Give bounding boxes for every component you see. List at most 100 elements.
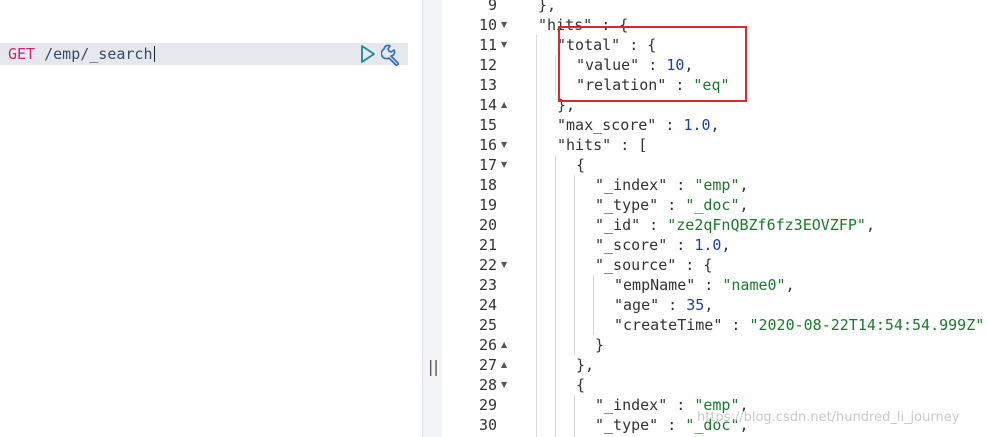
json-punct: :	[659, 296, 687, 314]
json-punct: ,	[865, 216, 875, 234]
drag-handle-icon[interactable]: ||	[428, 357, 439, 376]
code-line: 23 "empName" : "name0",	[442, 275, 988, 295]
line-number: 23	[478, 276, 497, 294]
indent-guide	[536, 395, 537, 415]
watermark: https://blog.csdn.net/hundred_li_journey	[697, 410, 960, 425]
json-punct: ,	[739, 176, 749, 194]
indent-guide	[555, 315, 556, 335]
indent-guide	[555, 75, 556, 95]
indent-guide	[555, 195, 556, 215]
code-line: 21 "_score" : 1.0,	[442, 235, 988, 255]
request-editor[interactable]: GET /emp/_search	[0, 0, 422, 437]
json-key: "createTime"	[614, 316, 723, 334]
code-line: 16 ▼ "hits" : [	[442, 135, 988, 155]
indent-guide	[536, 295, 537, 315]
json-punct: : {	[676, 256, 713, 274]
code-content: {	[576, 375, 585, 395]
indent-guide	[555, 215, 556, 235]
line-number: 25	[478, 316, 497, 334]
line-number: 26	[478, 336, 497, 354]
indent-guide	[536, 335, 537, 355]
line-number: 24	[478, 296, 497, 314]
line-number: 16	[478, 136, 497, 154]
text-cursor	[153, 46, 155, 62]
indent-guide	[574, 415, 575, 435]
json-key: "empName"	[614, 276, 696, 294]
indent-guide	[574, 395, 575, 415]
line-number: 17	[478, 156, 497, 174]
request-path: /emp/_search	[35, 45, 153, 63]
pane-divider[interactable]: ||	[422, 0, 442, 437]
line-number: 19	[478, 196, 497, 214]
code-line: 20 "_id" : "ze2qFnQBZf6fz3EOVZFP",	[442, 215, 988, 235]
line-number: 27	[478, 356, 497, 374]
fold-collapse-icon[interactable]: ▼	[501, 155, 507, 175]
indent-guide	[536, 75, 537, 95]
wrench-icon[interactable]	[381, 44, 403, 66]
json-punct: {	[576, 376, 586, 394]
json-punct: },	[576, 356, 595, 374]
fold-expand-icon[interactable]: ▲	[501, 355, 507, 375]
json-punct: ,	[721, 236, 731, 254]
line-number: 11	[478, 36, 497, 54]
json-number: 1.0	[683, 116, 711, 134]
code-line: 18 "_index" : "emp",	[442, 175, 988, 195]
code-content: "_source" : {	[595, 255, 712, 275]
highlight-annotation	[558, 26, 747, 102]
fold-collapse-icon[interactable]: ▼	[501, 255, 507, 275]
indent-guide	[536, 55, 537, 75]
indent-guide	[536, 95, 537, 115]
indent-guide	[555, 395, 556, 415]
fold-expand-icon[interactable]: ▲	[501, 335, 507, 355]
json-punct: :	[667, 236, 695, 254]
json-punct: :	[667, 396, 695, 414]
json-punct: :	[722, 316, 750, 334]
json-punct: :	[640, 216, 668, 234]
line-number: 20	[478, 216, 497, 234]
line-number: 29	[478, 396, 497, 414]
indent-guide	[536, 375, 537, 395]
fold-collapse-icon[interactable]: ▼	[501, 35, 507, 55]
code-content: "_score" : 1.0,	[595, 235, 730, 255]
indent-guide	[555, 295, 556, 315]
indent-guide	[555, 155, 556, 175]
code-line: 27 ▲},	[442, 355, 988, 375]
play-triangle-icon[interactable]	[360, 45, 376, 63]
request-line[interactable]: GET /emp/_search	[0, 43, 408, 65]
json-punct: }	[595, 336, 605, 354]
json-string: "2020-08-22T14:54:54.999Z"	[749, 316, 985, 334]
fold-collapse-icon[interactable]: ▼	[501, 375, 507, 395]
indent-guide	[555, 175, 556, 195]
code-content: {	[576, 155, 585, 175]
code-line: 17 ▼ {	[442, 155, 988, 175]
indent-guide	[555, 275, 556, 295]
indent-guide	[574, 175, 575, 195]
json-punct: },	[538, 0, 557, 14]
code-content: "hits" : [	[557, 135, 647, 155]
fold-collapse-icon[interactable]: ▼	[501, 135, 507, 155]
indent-guide	[536, 155, 537, 175]
json-punct: :	[658, 196, 686, 214]
json-key: "_index"	[595, 176, 668, 194]
code-content: },	[538, 0, 556, 15]
indent-guide	[536, 355, 537, 375]
indent-guide	[555, 375, 556, 395]
indent-guide	[555, 415, 556, 435]
request-text[interactable]: GET /emp/_search	[8, 46, 155, 62]
json-key: "age"	[614, 296, 660, 314]
json-number: 35	[686, 296, 705, 314]
line-number: 30	[478, 416, 497, 434]
indent-guide	[574, 255, 575, 275]
code-line: 26 ▲}	[442, 335, 988, 355]
indent-guide	[574, 335, 575, 355]
line-number: 21	[478, 236, 497, 254]
fold-expand-icon[interactable]: ▲	[501, 95, 507, 115]
indent-guide	[536, 175, 537, 195]
indent-guide	[574, 315, 575, 335]
fold-collapse-icon[interactable]: ▼	[501, 15, 507, 35]
code-line: 22 ▼ "_source" : {	[442, 255, 988, 275]
json-string: "emp"	[694, 176, 740, 194]
line-number: 12	[478, 56, 497, 74]
indent-guide	[593, 275, 594, 295]
code-line: 19 "_type" : "_doc",	[442, 195, 988, 215]
